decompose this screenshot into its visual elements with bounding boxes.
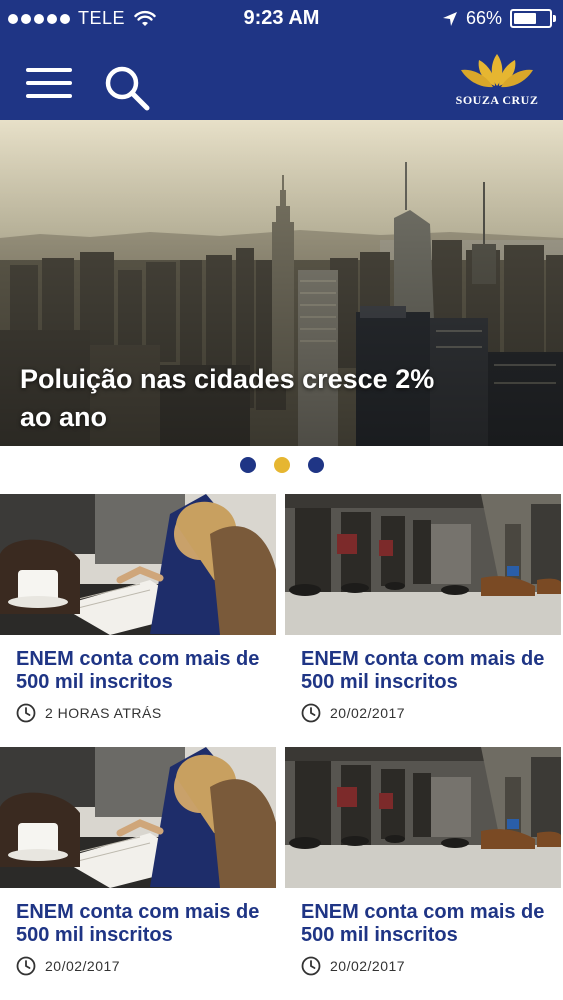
article-meta: 20/02/2017 xyxy=(301,956,405,976)
clock-icon xyxy=(301,956,321,976)
article-title: ENEM conta com mais de 500 mil inscritos xyxy=(16,901,260,946)
article-thumbnail xyxy=(285,747,561,888)
article-timestamp: 20/02/2017 xyxy=(330,705,406,721)
article-title: ENEM conta com mais de 500 mil inscritos xyxy=(16,648,260,693)
search-icon[interactable] xyxy=(103,64,151,112)
pager-dot-1[interactable] xyxy=(239,457,256,473)
hero-title: Poluição nas cidades cresce 2% ao ano xyxy=(20,364,435,432)
menu-icon[interactable] xyxy=(26,68,72,102)
location-icon xyxy=(442,11,457,26)
article-title: ENEM conta com mais de 500 mil inscritos xyxy=(301,648,545,693)
pager-dot-3[interactable] xyxy=(307,457,324,473)
article-meta: 20/02/2017 xyxy=(16,956,120,976)
clock-icon xyxy=(16,956,36,976)
pager-dot-2-active[interactable] xyxy=(273,457,290,473)
app-header: SOUZA CRUZ xyxy=(0,38,563,120)
brand-logo[interactable]: SOUZA CRUZ xyxy=(455,52,539,108)
battery-percentage: 66% xyxy=(465,8,502,28)
article-meta: 2 HORAS ATRÁS xyxy=(16,703,162,723)
article-card[interactable]: ENEM conta com mais de 500 mil inscritos… xyxy=(0,494,276,736)
article-thumbnail xyxy=(0,494,276,635)
clock-icon xyxy=(301,703,321,723)
carousel-pager xyxy=(0,457,563,473)
article-timestamp: 20/02/2017 xyxy=(45,958,121,974)
article-thumbnail xyxy=(0,747,276,888)
article-title: ENEM conta com mais de 500 mil inscritos xyxy=(301,901,545,946)
status-bar: TELE 9:23 AM 66% xyxy=(0,0,563,38)
article-card[interactable]: ENEM conta com mais de 500 mil inscritos… xyxy=(285,494,561,736)
article-card[interactable]: ENEM conta com mais de 500 mil inscritos… xyxy=(0,747,276,989)
article-card[interactable]: ENEM conta com mais de 500 mil inscritos… xyxy=(285,747,561,989)
article-timestamp: 2 HORAS ATRÁS xyxy=(45,705,162,721)
hero-banner[interactable]: Poluição nas cidades cresce 2% ao ano xyxy=(0,120,563,446)
article-meta: 20/02/2017 xyxy=(301,703,405,723)
leaf-logo-icon xyxy=(461,54,533,88)
article-timestamp: 20/02/2017 xyxy=(330,958,406,974)
article-thumbnail xyxy=(285,494,561,635)
battery-icon xyxy=(510,9,556,28)
clock-icon xyxy=(16,703,36,723)
brand-name: SOUZA CRUZ xyxy=(455,93,539,107)
status-right: 66% xyxy=(442,8,556,29)
